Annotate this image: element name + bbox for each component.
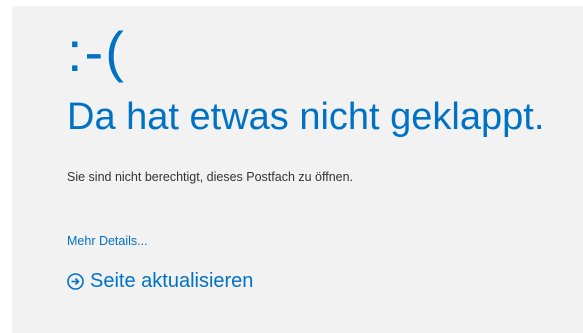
error-message: Sie sind nicht berechtigt, dieses Postfa… — [67, 170, 354, 184]
circle-arrow-right-icon — [67, 273, 84, 290]
error-panel: :-( Da hat etwas nicht geklappt. Sie sin… — [12, 6, 583, 333]
refresh-page-label: Seite aktualisieren — [90, 270, 254, 292]
sad-emoticon: :-( — [67, 20, 126, 83]
refresh-page-button[interactable]: Seite aktualisieren — [67, 270, 253, 293]
error-title: Da hat etwas nicht geklappt. — [67, 96, 545, 138]
more-details-link[interactable]: Mehr Details... — [67, 234, 148, 248]
